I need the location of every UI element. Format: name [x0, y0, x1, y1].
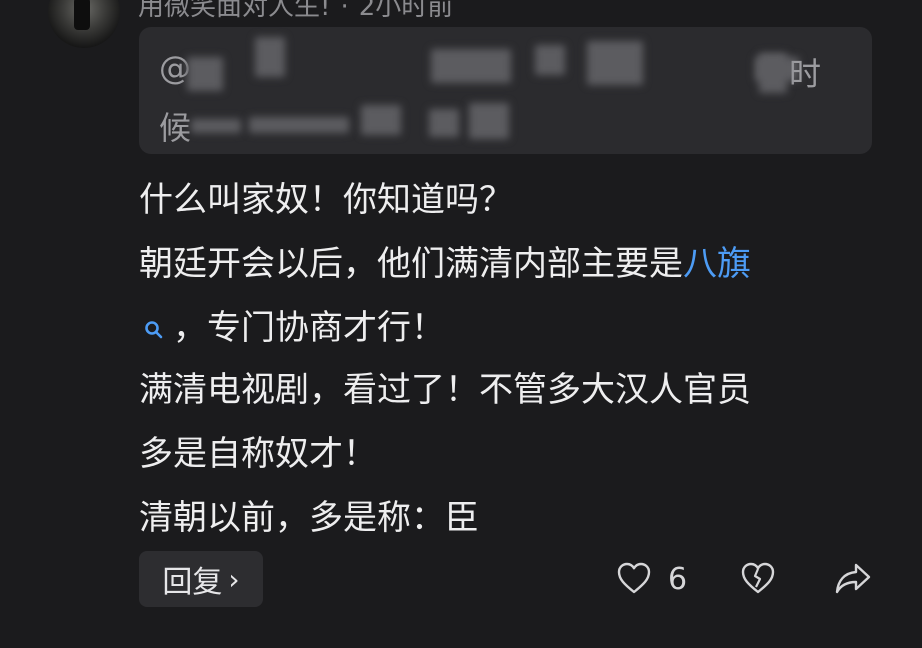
author-name[interactable]: 用微笑面对人生!: [138, 0, 330, 22]
comment-line-6: 清朝以前，多是称：臣: [139, 498, 479, 538]
comment-line-4: 满清电视剧，看过了！不管多大汉人官员: [139, 370, 751, 410]
chevron-right-icon: ›: [228, 562, 240, 596]
timestamp: 2小时前: [358, 0, 454, 22]
comment-line-1: 什么叫家奴！你知道吗？: [139, 180, 513, 220]
quote-end-char: 时: [789, 55, 822, 93]
blurred-text: [587, 41, 643, 85]
like-count: 6: [668, 562, 688, 597]
reply-button[interactable]: 回复 ›: [139, 551, 263, 607]
blurred-text: [759, 53, 787, 93]
quoted-reply[interactable]: @ 时 候: [139, 27, 872, 154]
comment-line-5: 多是自称奴才！: [139, 434, 377, 474]
blurred-text: [469, 103, 509, 139]
blurred-text: [187, 57, 223, 91]
blurred-text: [255, 37, 285, 77]
reply-label: 回复: [162, 565, 223, 600]
share-icon[interactable]: [834, 561, 872, 599]
blurred-text: [431, 49, 511, 83]
search-icon[interactable]: [139, 313, 173, 347]
comment-line-2-text: 朝廷开会以后，他们满清内部主要是: [139, 244, 683, 284]
blurred-text: [249, 117, 349, 133]
heart-icon[interactable]: [616, 561, 652, 599]
quote-line2-start: 候: [159, 109, 192, 147]
avatar[interactable]: [48, 0, 120, 48]
blurred-text: [429, 109, 459, 137]
blurred-text: [361, 105, 401, 135]
comment-line-3: ，专门协商才行！: [139, 300, 445, 349]
comment-meta: 用微笑面对人生! · 2小时前: [138, 0, 453, 22]
comment-line-2: 朝廷开会以后，他们满清内部主要是八旗: [139, 236, 751, 285]
blurred-text: [191, 119, 241, 133]
blurred-text: [535, 45, 565, 75]
baqi-link[interactable]: 八旗: [683, 244, 751, 284]
broken-heart-icon[interactable]: [740, 561, 776, 599]
comment-line-3-text: ，专门协商才行！: [173, 308, 445, 348]
